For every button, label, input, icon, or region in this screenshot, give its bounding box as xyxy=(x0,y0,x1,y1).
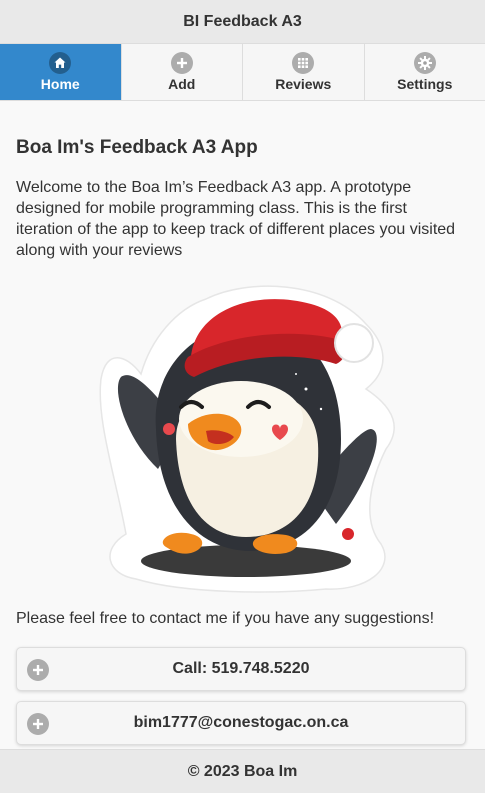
page-title: Boa Im's Feedback A3 App xyxy=(16,137,258,158)
call-button-label: Call: 519.748.5220 xyxy=(172,660,310,677)
tab-settings-label: Settings xyxy=(397,76,453,92)
app-footer: © 2023 Boa Im xyxy=(0,749,485,793)
tab-home[interactable]: Home xyxy=(0,44,121,100)
main-content: Boa Im's Feedback A3 App Welcome to the … xyxy=(16,101,468,745)
navbar: Home Add Reviews Settings xyxy=(0,44,485,101)
tab-reviews-label: Reviews xyxy=(275,76,332,92)
call-button[interactable]: Call: 519.748.5220 xyxy=(16,647,466,691)
grid-icon xyxy=(292,52,315,74)
tab-home-label: Home xyxy=(40,76,80,92)
home-icon xyxy=(49,52,72,74)
tab-reviews[interactable]: Reviews xyxy=(242,44,364,100)
tab-settings[interactable]: Settings xyxy=(363,44,485,100)
email-button-label: bim1777@conestogac.on.ca xyxy=(133,714,349,731)
contact-text: Please feel free to contact me if you ha… xyxy=(16,610,435,627)
gear-icon xyxy=(413,52,436,74)
plus-circle-icon xyxy=(27,713,49,735)
email-button[interactable]: bim1777@conestogac.on.ca xyxy=(16,701,466,745)
footer-copyright: © 2023 Boa Im xyxy=(187,762,298,780)
plus-circle-icon xyxy=(170,52,193,74)
app-title: BI Feedback A3 xyxy=(183,12,302,30)
penguin-illustration xyxy=(96,279,401,594)
plus-circle-icon xyxy=(27,659,49,681)
tab-add[interactable]: Add xyxy=(120,44,242,100)
intro-text: Welcome to the Boa Im’s Feedback A3 app.… xyxy=(16,179,456,259)
tab-add-label: Add xyxy=(168,76,196,92)
app-header: BI Feedback A3 xyxy=(0,0,485,44)
